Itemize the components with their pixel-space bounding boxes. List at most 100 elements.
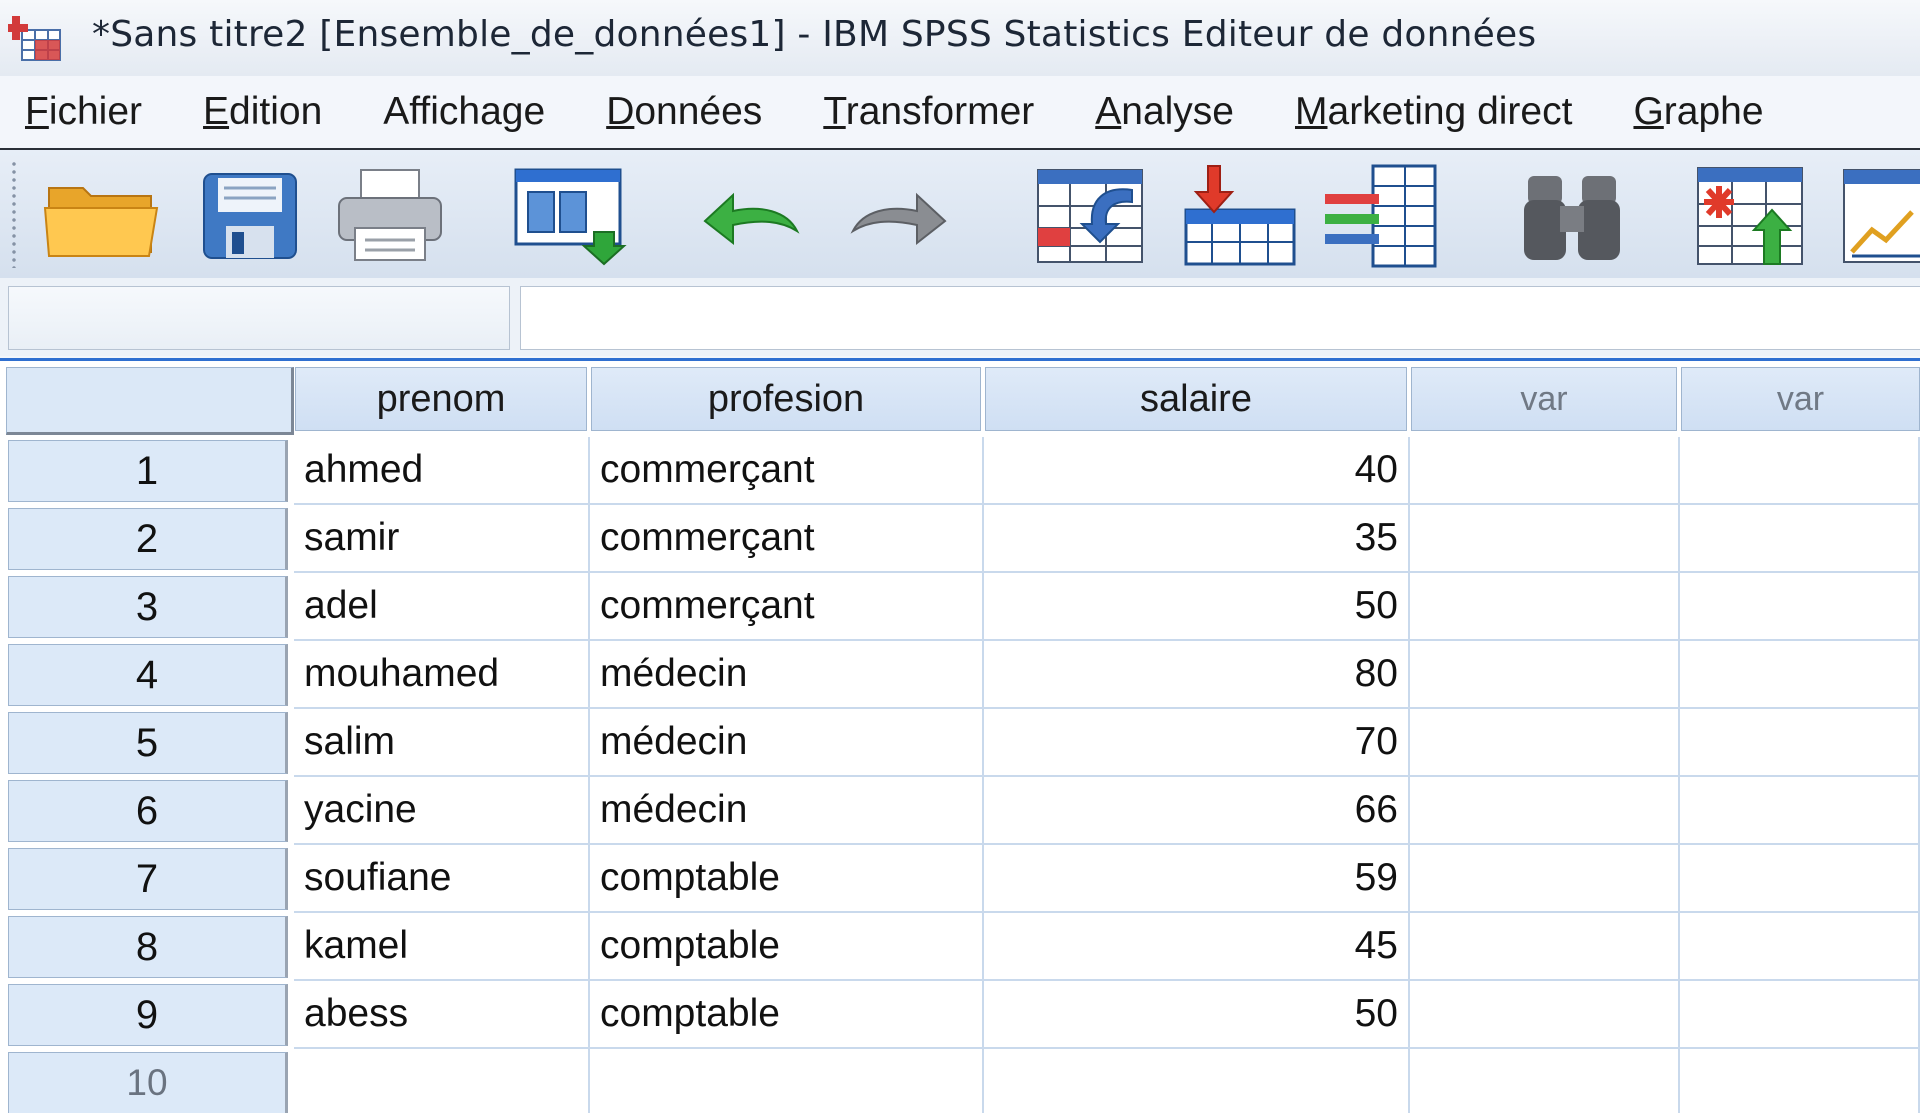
cell-salaire[interactable]: 45 [984, 913, 1410, 981]
cell-prenom[interactable]: ahmed [294, 437, 590, 505]
spss-app-icon[interactable] [4, 12, 64, 62]
cell-empty-var[interactable] [1410, 981, 1680, 1049]
cell-empty-var[interactable] [1680, 913, 1920, 981]
goto-variable-icon[interactable] [1180, 164, 1300, 268]
cell-value-editor[interactable] [520, 286, 1920, 350]
cell-prenom[interactable]: adel [294, 573, 590, 641]
cell-salaire[interactable] [984, 1049, 1410, 1113]
cell-profesion[interactable]: médecin [590, 709, 984, 777]
cell-profesion[interactable]: commerçant [590, 437, 984, 505]
menu-analyse[interactable]: Analyse [1070, 90, 1234, 134]
column-header-prenom[interactable]: prenom [295, 367, 587, 431]
cell-prenom[interactable]: abess [294, 981, 590, 1049]
cell-prenom[interactable]: salim [294, 709, 590, 777]
row-header[interactable]: 5 [8, 712, 288, 774]
redo-icon[interactable] [840, 164, 960, 268]
menu-edition[interactable]: Edition [178, 90, 322, 134]
row-header[interactable]: 4 [8, 644, 288, 706]
cell-salaire[interactable]: 50 [984, 573, 1410, 641]
cell-profesion[interactable]: médecin [590, 777, 984, 845]
row-header[interactable]: 6 [8, 780, 288, 842]
column-header-salaire[interactable]: salaire [985, 367, 1407, 431]
row-header[interactable]: 9 [8, 984, 288, 1046]
cell-empty-var[interactable] [1410, 1049, 1680, 1113]
save-icon[interactable] [190, 164, 310, 268]
cell-salaire[interactable]: 66 [984, 777, 1410, 845]
cell-profesion[interactable]: comptable [590, 845, 984, 913]
menu-affichage[interactable]: Affichage [358, 90, 545, 134]
cell-profesion[interactable]: comptable [590, 913, 984, 981]
row-header[interactable]: 8 [8, 916, 288, 978]
print-icon[interactable] [330, 164, 450, 268]
cell-salaire[interactable]: 50 [984, 981, 1410, 1049]
cell-empty-var[interactable] [1680, 641, 1920, 709]
menu-label: raphe [1663, 90, 1764, 133]
cell-empty-var[interactable] [1680, 505, 1920, 573]
cell-empty-var[interactable] [1410, 709, 1680, 777]
cell-empty-var[interactable] [1410, 913, 1680, 981]
menu-donnees[interactable]: Données [581, 90, 762, 134]
row-header[interactable]: 3 [8, 576, 288, 638]
menu-label: dition [229, 90, 323, 133]
cell-profesion[interactable]: comptable [590, 981, 984, 1049]
menu-mnemonic: T [823, 90, 846, 133]
cell-salaire[interactable]: 70 [984, 709, 1410, 777]
cell-empty-var[interactable] [1410, 845, 1680, 913]
chart-icon[interactable] [1820, 164, 1920, 268]
cell-prenom[interactable]: soufiane [294, 845, 590, 913]
row-header[interactable]: 7 [8, 848, 288, 910]
cell-reference-box[interactable] [8, 286, 510, 350]
cell-salaire[interactable]: 35 [984, 505, 1410, 573]
cell-profesion[interactable]: médecin [590, 641, 984, 709]
cell-empty-var[interactable] [1410, 641, 1680, 709]
variables-icon[interactable] [1320, 164, 1440, 268]
row-header[interactable]: 1 [8, 440, 288, 502]
find-icon[interactable] [1512, 164, 1632, 268]
goto-case-icon[interactable] [1030, 164, 1150, 268]
menu-label: arketing direct [1327, 90, 1573, 133]
cell-empty-var[interactable] [1680, 709, 1920, 777]
cell-empty-var[interactable] [1410, 505, 1680, 573]
cell-prenom[interactable] [294, 1049, 590, 1113]
column-header-profesion[interactable]: profesion [591, 367, 981, 431]
menu-mnemonic: G [1633, 90, 1664, 133]
cell-prenom[interactable]: samir [294, 505, 590, 573]
cell-prenom[interactable]: mouhamed [294, 641, 590, 709]
undo-icon[interactable] [690, 164, 810, 268]
menu-fichier[interactable]: Fichier [0, 90, 142, 134]
grid-corner[interactable] [6, 367, 294, 435]
menu-graphe[interactable]: Graphe [1608, 90, 1763, 134]
cell-empty-var[interactable] [1410, 573, 1680, 641]
cell-salaire[interactable]: 59 [984, 845, 1410, 913]
cell-empty-var[interactable] [1680, 845, 1920, 913]
cell-profesion[interactable] [590, 1049, 984, 1113]
cell-empty-var[interactable] [1410, 777, 1680, 845]
row-header[interactable]: 2 [8, 508, 288, 570]
cell-empty-var[interactable] [1680, 981, 1920, 1049]
cell-profesion[interactable]: commerçant [590, 573, 984, 641]
menu-mnemonic: E [203, 90, 230, 133]
open-folder-icon[interactable] [42, 164, 162, 268]
cell-prenom[interactable]: kamel [294, 913, 590, 981]
menu-marketing-direct[interactable]: Marketing direct [1270, 90, 1572, 134]
cell-salaire[interactable]: 80 [984, 641, 1410, 709]
menu-transformer[interactable]: Transformer [798, 90, 1034, 134]
insert-cases-icon[interactable] [1690, 164, 1810, 268]
cell-empty-var[interactable] [1410, 437, 1680, 505]
cell-empty-var[interactable] [1680, 437, 1920, 505]
column-header-var[interactable]: var [1681, 367, 1920, 431]
column-header-var[interactable]: var [1411, 367, 1677, 431]
window-title: *Sans titre2 [Ensemble_de_données1] - IB… [92, 14, 1537, 55]
toolbar [0, 150, 1920, 279]
dialog-recall-icon[interactable] [510, 164, 630, 268]
row-header[interactable]: 10 [8, 1052, 288, 1113]
cell-empty-var[interactable] [1680, 1049, 1920, 1113]
toolbar-grip-icon[interactable] [10, 160, 18, 268]
cell-empty-var[interactable] [1680, 777, 1920, 845]
data-grid: prenom profesion salaire var var 1 ahmed c… [0, 358, 1920, 1113]
menu-mnemonic: F [25, 90, 49, 133]
cell-empty-var[interactable] [1680, 573, 1920, 641]
cell-prenom[interactable]: yacine [294, 777, 590, 845]
cell-salaire[interactable]: 40 [984, 437, 1410, 505]
cell-profesion[interactable]: commerçant [590, 505, 984, 573]
